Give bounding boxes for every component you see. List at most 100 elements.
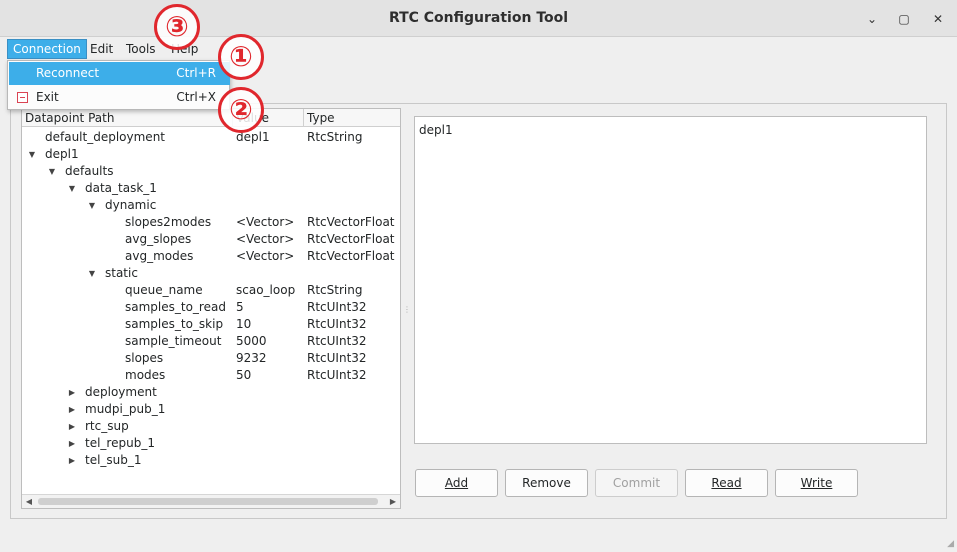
menu-connection[interactable]: Connection [7,39,87,59]
row-datapoint-name: default_deployment [45,130,165,144]
connection-menu-dropdown: Reconnect Ctrl+R Exit Ctrl+X [7,60,230,110]
row-type: RtcVectorFloat [307,232,395,246]
tree-row[interactable]: ▶ rtc_sup [22,418,400,435]
row-datapoint-name: queue_name [125,283,203,297]
tree-row[interactable]: slopes 9232 RtcUInt32 [22,350,400,367]
resize-grip-icon[interactable]: ◢ [947,539,954,549]
tree-row[interactable]: ▶ mudpi_pub_1 [22,401,400,418]
datapoint-tree[interactable]: Datapoint Path Value Type default_deploy… [21,108,401,509]
minimize-icon[interactable]: ⌄ [861,8,883,30]
row-datapoint-name: deployment [85,385,157,399]
menu-tools[interactable]: Tools [121,39,161,59]
row-datapoint-name: avg_modes [125,249,194,263]
row-value: 5000 [236,334,267,348]
row-value: scao_loop [236,283,296,297]
row-datapoint-name: static [105,266,138,280]
header-datapoint-path[interactable]: Datapoint Path [22,109,233,127]
expand-arrow-icon[interactable]: ▼ [67,180,77,197]
collapse-arrow-icon[interactable]: ▶ [67,418,77,435]
commit-button[interactable]: Commit [595,469,678,497]
tree-row[interactable]: modes 50 RtcUInt32 [22,367,400,384]
row-datapoint-name: mudpi_pub_1 [85,402,166,416]
reconnect-shortcut: Ctrl+R [176,66,216,80]
row-value: 10 [236,317,252,331]
read-button[interactable]: Read [685,469,768,497]
tree-row[interactable]: ▼ depl1 [22,146,400,163]
tree-row[interactable]: samples_to_skip 10 RtcUInt32 [22,316,400,333]
tree-row[interactable]: avg_slopes <Vector> RtcVectorFloat [22,231,400,248]
row-datapoint-name: slopes2modes [125,215,212,229]
scroll-right-icon[interactable]: ▶ [386,495,400,508]
row-type: RtcVectorFloat [307,215,395,229]
tree-row[interactable]: samples_to_read 5 RtcUInt32 [22,299,400,316]
tree-row[interactable]: ▼ defaults [22,163,400,180]
window-title: RTC Configuration Tool [388,10,569,26]
row-value: 5 [236,300,244,314]
tree-row[interactable]: ▼ data_task_1 [22,180,400,197]
write-button-label: Write [800,476,833,490]
exit-label: Exit [36,90,59,104]
collapse-arrow-icon[interactable]: ▶ [67,452,77,469]
row-datapoint-name: avg_slopes [125,232,192,246]
row-datapoint-name: tel_repub_1 [85,436,155,450]
expand-arrow-icon[interactable]: ▼ [87,265,97,282]
annotation-marker-2: ② [218,87,264,133]
maximize-icon[interactable]: ▢ [893,8,915,30]
row-datapoint-name: sample_timeout [125,334,222,348]
tree-row[interactable]: ▶ deployment [22,384,400,401]
row-value: <Vector> [236,215,295,229]
collapse-arrow-icon[interactable]: ▶ [67,384,77,401]
tree-row[interactable]: default_deployment depl1 RtcString [22,129,400,146]
horizontal-scrollbar[interactable]: ◀ ▶ [22,494,400,508]
value-editor[interactable]: depl1 [414,116,927,444]
expand-arrow-icon[interactable]: ▼ [87,197,97,214]
splitter-handle[interactable]: ⋮ [403,305,411,317]
close-icon[interactable]: ✕ [927,8,949,30]
annotation-marker-1: ① [218,34,264,80]
row-datapoint-name: dynamic [105,198,157,212]
row-type: RtcString [307,130,363,144]
tree-row[interactable]: queue_name scao_loop RtcString [22,282,400,299]
add-button[interactable]: Add [415,469,498,497]
annotation-marker-3: ③ [154,4,200,50]
row-datapoint-name: tel_sub_1 [85,453,142,467]
write-button[interactable]: Write [775,469,858,497]
row-type: RtcVectorFloat [307,249,395,263]
remove-button[interactable]: Remove [505,469,588,497]
row-datapoint-name: defaults [65,164,114,178]
tree-row[interactable]: slopes2modes <Vector> RtcVectorFloat [22,214,400,231]
reconnect-label: Reconnect [36,66,100,80]
exit-shortcut: Ctrl+X [176,90,216,104]
row-value: 9232 [236,351,267,365]
row-value: 50 [236,368,252,382]
tree-row[interactable]: ▶ tel_repub_1 [22,435,400,452]
row-type: RtcUInt32 [307,368,367,382]
tree-row[interactable]: sample_timeout 5000 RtcUInt32 [22,333,400,350]
collapse-arrow-icon[interactable]: ▶ [67,435,77,452]
header-type[interactable]: Type [304,109,400,127]
menu-edit[interactable]: Edit [85,39,118,59]
tree-row[interactable]: ▼ static [22,265,400,282]
row-datapoint-name: modes [125,368,166,382]
row-datapoint-name: slopes [125,351,164,365]
tree-row[interactable]: ▶ tel_sub_1 [22,452,400,469]
expand-arrow-icon[interactable]: ▼ [47,163,57,180]
row-value: <Vector> [236,232,295,246]
row-datapoint-name: samples_to_skip [125,317,224,331]
menu-bar: Connection Edit Tools Help [0,37,957,60]
menu-item-exit[interactable]: Exit Ctrl+X [9,86,230,109]
row-type: RtcUInt32 [307,317,367,331]
collapse-arrow-icon[interactable]: ▶ [67,401,77,418]
menu-item-reconnect[interactable]: Reconnect Ctrl+R [9,62,230,85]
tree-row[interactable]: ▼ dynamic [22,197,400,214]
row-type: RtcUInt32 [307,334,367,348]
row-type: RtcString [307,283,363,297]
scroll-left-icon[interactable]: ◀ [22,495,36,508]
tree-row[interactable]: avg_modes <Vector> RtcVectorFloat [22,248,400,265]
scrollbar-thumb[interactable] [38,498,378,505]
expand-arrow-icon[interactable]: ▼ [27,146,37,163]
row-datapoint-name: rtc_sup [85,419,129,433]
tree-header: Datapoint Path Value Type [22,109,400,127]
editor-text: depl1 [419,123,453,137]
read-button-label: Read [711,476,742,490]
